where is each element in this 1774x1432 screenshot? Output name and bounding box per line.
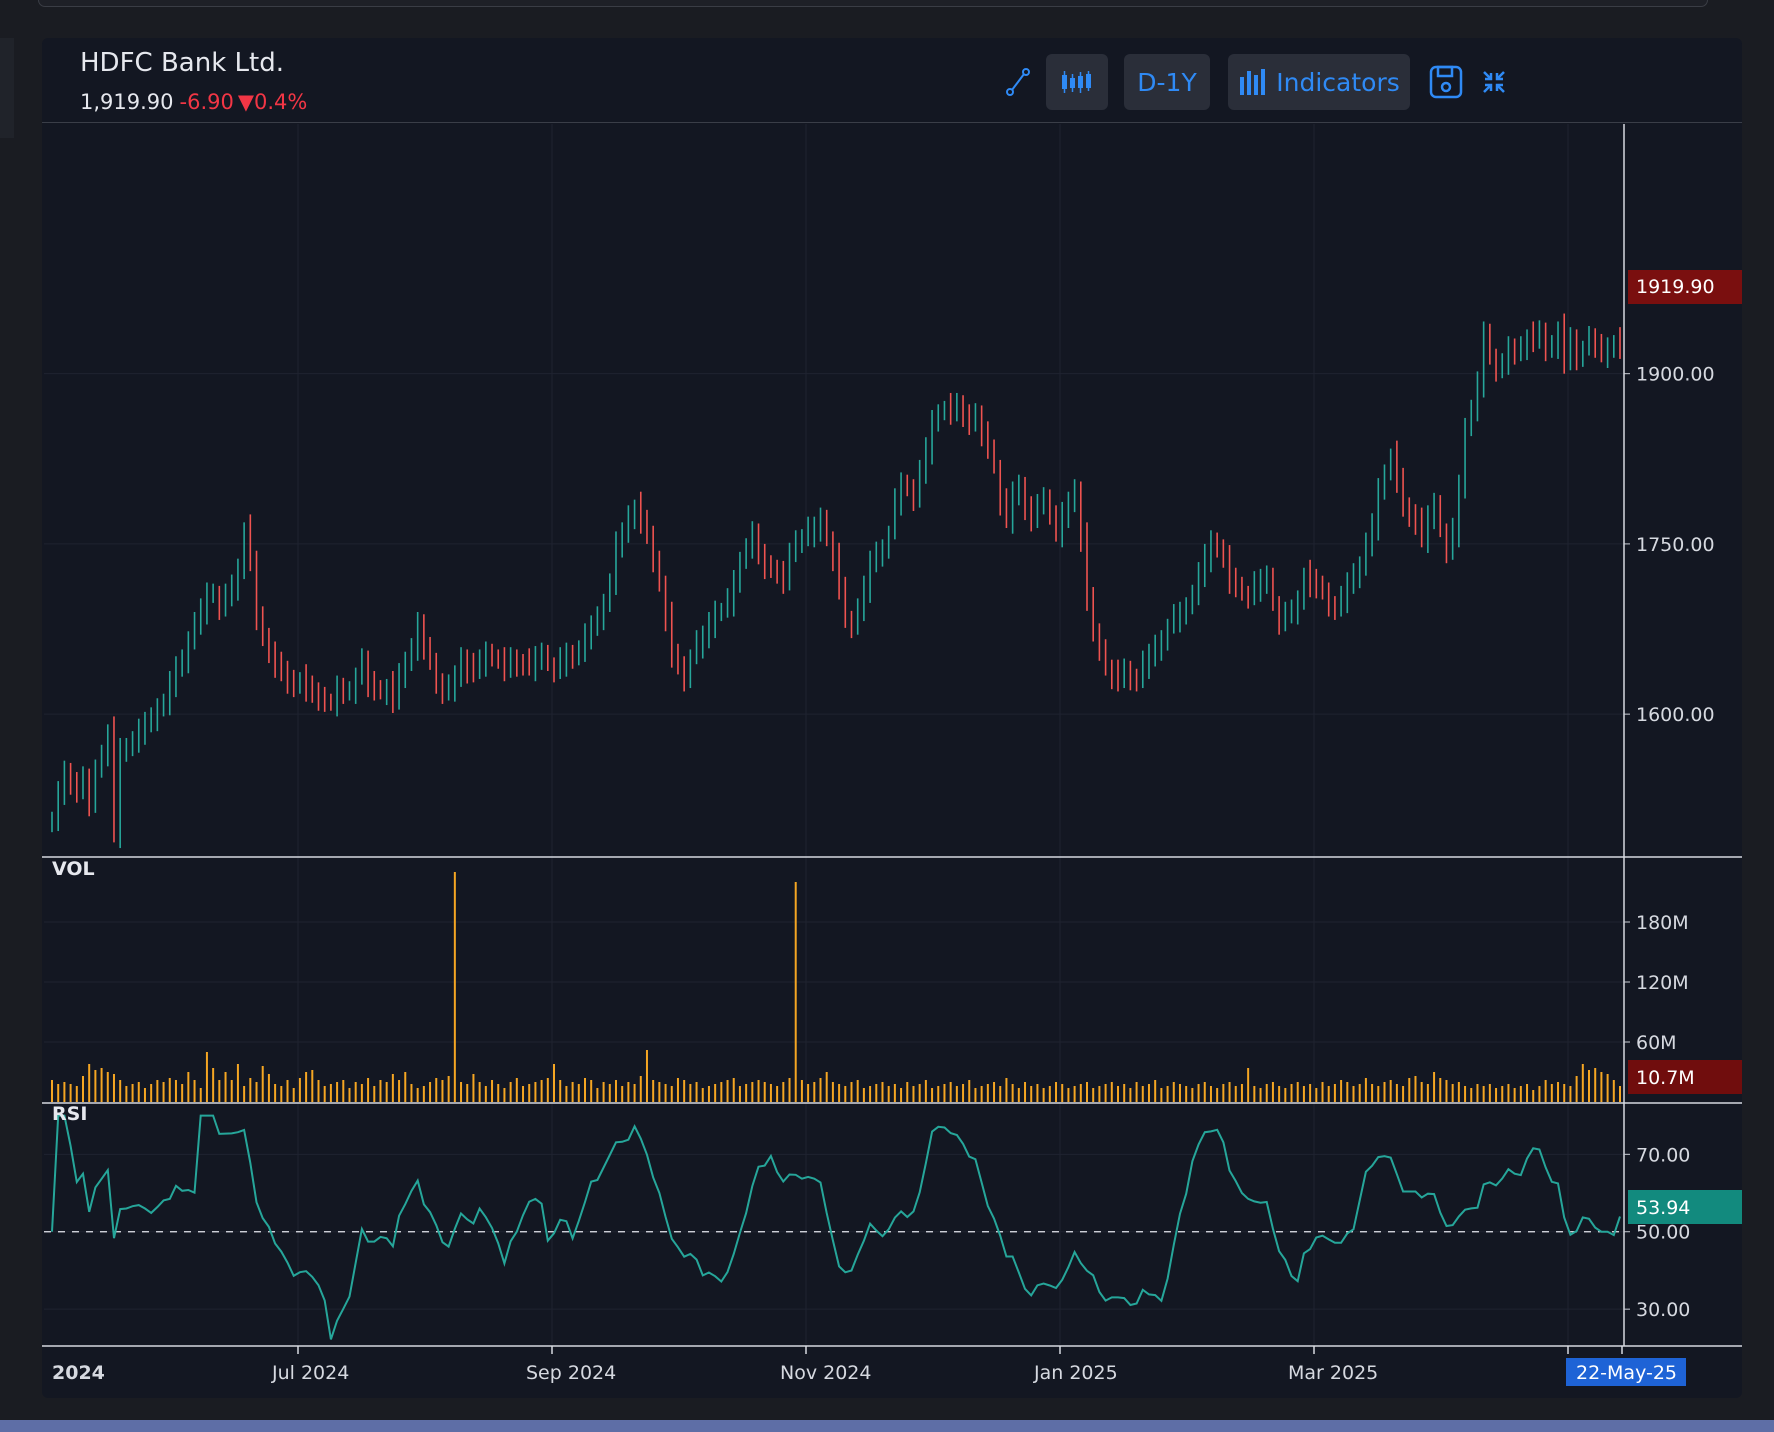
volume-tick-label: 60M <box>1636 1032 1677 1054</box>
rsi-pane-label: RSI <box>52 1103 87 1125</box>
price-tick-label: 1900.00 <box>1636 364 1715 386</box>
grid-lines <box>44 124 1624 1344</box>
volume-tick-label: 120M <box>1636 972 1689 994</box>
volume-last-tag: 10.7M <box>1636 1067 1695 1089</box>
volume-tick-label: 180M <box>1636 912 1689 934</box>
rsi-last-tag: 53.94 <box>1636 1197 1690 1219</box>
x-tick-label: Jan 2025 <box>1033 1362 1118 1384</box>
x-tick-label: Mar 2025 <box>1288 1362 1378 1384</box>
bottom-bar <box>0 1420 1774 1432</box>
rsi-tick-label: 30.00 <box>1636 1299 1690 1321</box>
rsi-tick-label: 50.00 <box>1636 1222 1690 1244</box>
price-pane[interactable] <box>51 313 1621 849</box>
chart-area[interactable]: 1900.00 1750.00 1600.00 180M 120M 60M 70.00 50.… <box>0 0 1774 1432</box>
rsi-tick-label: 70.00 <box>1636 1144 1690 1166</box>
x-tick-label: 2024 <box>52 1362 105 1384</box>
last-price-tag: 1919.90 <box>1636 276 1715 298</box>
volume-pane-label: VOL <box>52 858 95 880</box>
price-tick-label: 1600.00 <box>1636 704 1715 726</box>
x-tick-label: Nov 2024 <box>780 1362 871 1384</box>
x-tick-label: Jul 2024 <box>271 1362 349 1384</box>
x-tick-label: Sep 2024 <box>526 1362 616 1384</box>
rsi-line <box>51 1114 1621 1340</box>
axes: 1900.00 1750.00 1600.00 180M 120M 60M 70.00 50.… <box>42 124 1742 1384</box>
rsi-pane[interactable] <box>44 1114 1624 1340</box>
volume-pane[interactable] <box>51 872 1621 1102</box>
price-tick-label: 1750.00 <box>1636 534 1715 556</box>
cursor-date-tag: 22-May-25 <box>1576 1362 1677 1384</box>
